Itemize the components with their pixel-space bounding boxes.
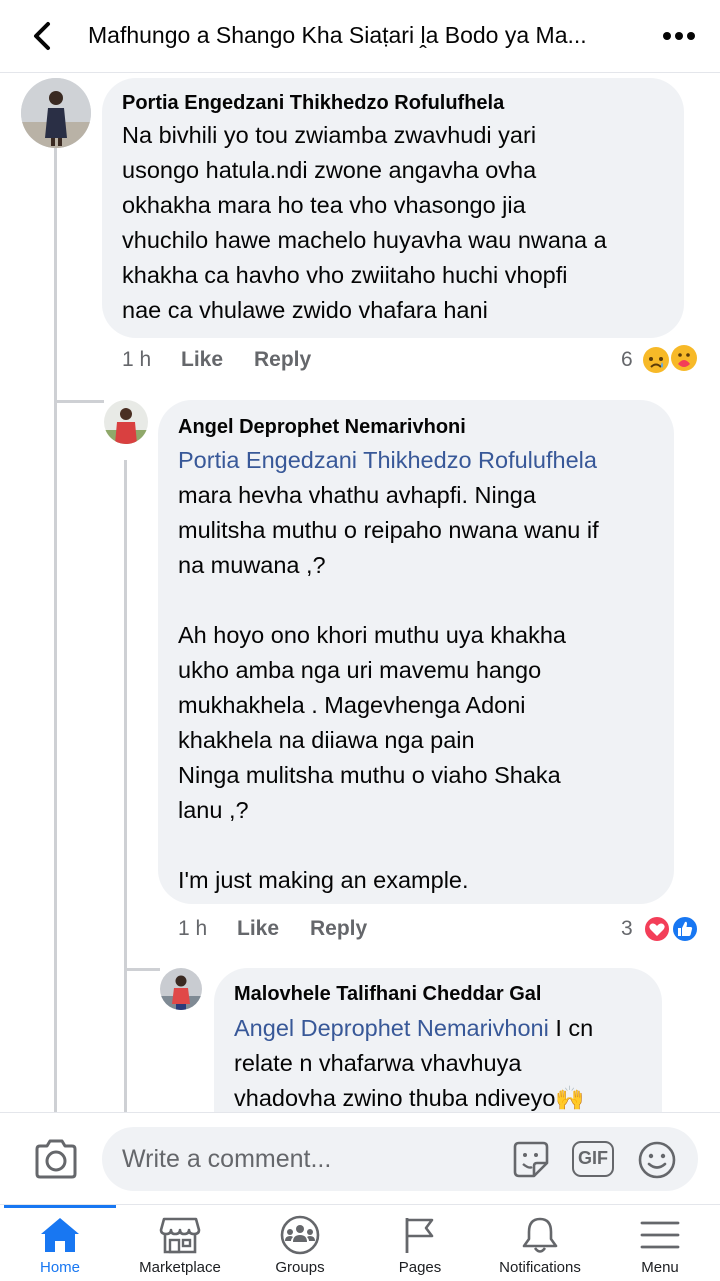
marketplace-icon: [159, 1217, 201, 1254]
tab-pages[interactable]: Pages: [360, 1205, 480, 1281]
comment-author[interactable]: Angel Deprophet Nemarivhoni: [178, 416, 466, 439]
like-button[interactable]: Like: [181, 348, 223, 372]
tab-notifications[interactable]: Notifications: [480, 1205, 600, 1281]
reply-button[interactable]: Reply: [254, 348, 311, 372]
like-label: Like: [181, 348, 224, 371]
thread-line: [124, 968, 160, 971]
thread-line: [54, 144, 57, 1112]
tab-label: Groups: [275, 1259, 325, 1276]
avatar-photo-icon: [104, 400, 148, 444]
like-button[interactable]: Like: [237, 917, 279, 941]
avatar[interactable]: [104, 400, 148, 444]
avatar-photo-icon: [21, 78, 91, 148]
comment-author[interactable]: Malovhele Talifhani Cheddar Gal: [234, 983, 541, 1006]
thread-line: [54, 400, 104, 403]
tab-menu[interactable]: Menu: [600, 1205, 720, 1281]
tab-label: Pages: [398, 1259, 442, 1276]
avatar[interactable]: [21, 78, 91, 148]
bell-icon: [522, 1217, 558, 1253]
reaction-count[interactable]: 6: [621, 348, 633, 372]
love-icon[interactable]: [643, 915, 671, 943]
emoji-icon[interactable]: [636, 1139, 678, 1181]
comment-text: Na bivhili yo tou zwiamba zwavhudi yari …: [122, 122, 607, 323]
comment-text-inline: I cn: [548, 1015, 594, 1041]
comment-text: mara hevha vhathu avhapfi. Ninga mulitsh…: [178, 482, 599, 893]
reply-label: Reply: [254, 348, 312, 371]
tab-label: Notifications: [499, 1259, 581, 1276]
comment-input[interactable]: Write a comment... GIF: [102, 1127, 698, 1191]
top-bar: Mafhungo a Shango Kha Siaṭari ḽa Bodo ya…: [0, 0, 720, 73]
tab-home[interactable]: Home: [0, 1205, 120, 1281]
gif-label: GIF: [578, 1148, 608, 1168]
comment-time: 1 h: [178, 917, 208, 940]
gif-button[interactable]: GIF: [572, 1141, 614, 1177]
like-icon[interactable]: [671, 915, 699, 943]
page-title: Mafhungo a Shango Kha Siaṭari ḽa Bodo ya…: [88, 22, 587, 48]
tab-label: Menu: [641, 1259, 679, 1276]
sad-icon[interactable]: [642, 346, 670, 374]
active-tab-indicator: [4, 1205, 116, 1208]
like-label: Like: [237, 917, 280, 940]
comment-time: 1 h: [122, 348, 152, 371]
home-icon: [41, 1218, 79, 1252]
tab-groups[interactable]: Groups: [240, 1205, 360, 1281]
reply-label: Reply: [310, 917, 368, 940]
comment-text-first-line: Angel Deprophet Nemarivhoni I cn: [234, 1011, 664, 1046]
pages-flag-icon: [405, 1218, 434, 1253]
more-options-icon[interactable]: [662, 30, 696, 42]
tab-label: Home: [39, 1259, 80, 1276]
sticker-icon[interactable]: [510, 1139, 552, 1181]
tab-label: Marketplace: [139, 1259, 221, 1276]
back-arrow-icon[interactable]: [28, 20, 58, 52]
camera-icon[interactable]: [34, 1139, 78, 1179]
reaction-count[interactable]: 3: [621, 917, 633, 941]
care-icon[interactable]: [670, 344, 698, 372]
reply-button[interactable]: Reply: [310, 917, 367, 941]
comment-text: relate n vhafarwa vhavhuya vhadovha zwin…: [234, 1050, 585, 1111]
menu-icon: [640, 1221, 680, 1249]
comment-author[interactable]: Portia Engedzani Thikhedzo Rofulufhela: [122, 92, 504, 115]
avatar-photo-icon: [160, 968, 202, 1010]
groups-icon: [280, 1215, 320, 1255]
tab-marketplace[interactable]: Marketplace: [120, 1205, 240, 1281]
thread-line: [124, 460, 127, 1112]
mention-link[interactable]: Portia Engedzani Thikhedzo Rofulufhela: [178, 443, 668, 478]
comment-placeholder: Write a comment...: [122, 1145, 332, 1173]
avatar[interactable]: [160, 968, 202, 1010]
bottom-tab-bar: Home Marketplace Groups Pages Notificati…: [0, 1204, 720, 1281]
comment-thread: Portia Engedzani Thikhedzo Rofulufhela N…: [0, 72, 720, 1112]
comment-composer: Write a comment... GIF: [0, 1112, 720, 1205]
mention-link[interactable]: Angel Deprophet Nemarivhoni: [234, 1015, 549, 1041]
